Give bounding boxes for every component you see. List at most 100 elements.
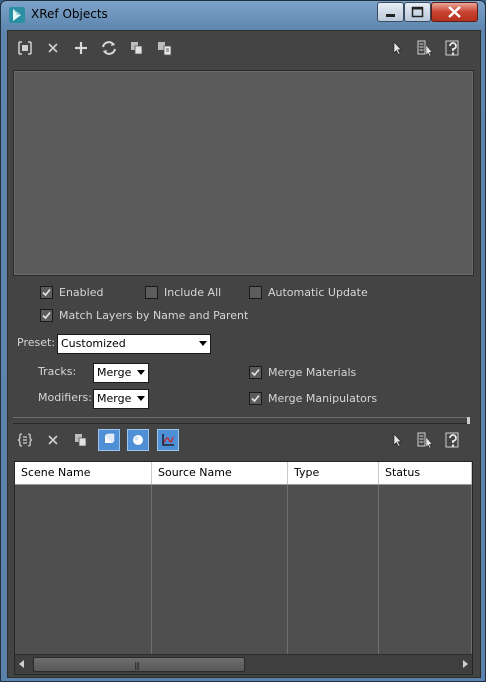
show-controllers-icon[interactable]: [157, 429, 179, 451]
table-cell: [288, 523, 379, 542]
table-cell: [288, 485, 379, 504]
remove-icon[interactable]: [42, 37, 64, 59]
merge-materials-checkbox[interactable]: Merge Materials: [249, 365, 356, 379]
scroll-right-icon[interactable]: [463, 660, 468, 668]
table-cell: [152, 561, 288, 580]
preset-dropdown[interactable]: Customized: [57, 334, 211, 354]
automatic-update-checkbox[interactable]: Automatic Update: [249, 285, 368, 299]
table-cell: [288, 542, 379, 561]
help-icon[interactable]: [442, 429, 464, 451]
table-cell: [152, 523, 288, 542]
table-row[interactable]: [15, 618, 472, 638]
modifiers-value: Merge: [97, 392, 132, 405]
table-cell: [379, 523, 472, 542]
scrollbar-thumb[interactable]: |||: [33, 657, 245, 672]
table-row[interactable]: [15, 485, 472, 505]
table-cell: [288, 504, 379, 523]
table-row[interactable]: [15, 542, 472, 562]
table-cell: [15, 599, 152, 618]
select-from-list-icon[interactable]: [414, 37, 436, 59]
column-header-scene-name[interactable]: Scene Name: [15, 462, 152, 484]
show-materials-icon[interactable]: [127, 429, 149, 451]
automatic-update-label: Automatic Update: [268, 285, 368, 299]
select-from-list-icon[interactable]: [414, 429, 436, 451]
convert-to-xref-icon[interactable]: [154, 37, 176, 59]
table-cell: [288, 561, 379, 580]
remove-icon[interactable]: [42, 429, 64, 451]
table-cell: [379, 542, 472, 561]
column-header-status[interactable]: Status: [379, 462, 472, 484]
table-cell: [15, 580, 152, 599]
chevron-down-icon: [137, 370, 145, 375]
preset-label: Preset:: [17, 336, 56, 349]
client-area: Enabled Include All Automatic Update Mat…: [7, 30, 481, 678]
table-cell: [152, 504, 288, 523]
horizontal-scrollbar[interactable]: |||: [15, 654, 472, 673]
show-objects-icon[interactable]: [98, 429, 120, 451]
column-header-type[interactable]: Type: [288, 462, 379, 484]
enabled-label: Enabled: [59, 285, 104, 299]
table-row[interactable]: [15, 599, 472, 619]
table-cell: [15, 561, 152, 580]
table-cell: [379, 504, 472, 523]
table-cell: [152, 485, 288, 504]
tracks-label: Tracks:: [38, 365, 77, 378]
merge-in-scene-icon[interactable]: [70, 429, 92, 451]
title-bar[interactable]: XRef Objects: [1, 1, 485, 29]
help-icon[interactable]: [442, 37, 464, 59]
xref-entities-table[interactable]: Scene Name Source Name Type Status |||: [14, 461, 473, 675]
modifiers-dropdown[interactable]: Merge: [93, 389, 149, 409]
modifiers-label: Modifiers:: [38, 391, 92, 404]
table-cell: [15, 504, 152, 523]
column-header-source-name[interactable]: Source Name: [152, 462, 288, 484]
table-cell: [288, 580, 379, 599]
table-cell: [379, 580, 472, 599]
tracks-value: Merge: [97, 366, 132, 379]
table-row[interactable]: [15, 523, 472, 543]
maximize-button[interactable]: [404, 2, 431, 22]
merge-manipulators-label: Merge Manipulators: [268, 391, 378, 405]
close-button[interactable]: [431, 2, 478, 22]
table-cell: [379, 561, 472, 580]
table-cell: [15, 485, 152, 504]
refresh-icon[interactable]: [98, 37, 120, 59]
chevron-down-icon: [199, 341, 207, 346]
table-cell: [15, 523, 152, 542]
merge-manipulators-checkbox[interactable]: Merge Manipulators: [249, 391, 377, 405]
table-cell: [288, 599, 379, 618]
table-cell: [15, 618, 152, 637]
entities-toolbar: [8, 427, 480, 453]
table-cell: [288, 618, 379, 637]
table-cell: [15, 542, 152, 561]
table-row[interactable]: [15, 580, 472, 600]
match-layers-checkbox[interactable]: Match Layers by Name and Parent: [40, 308, 248, 322]
merge-materials-label: Merge Materials: [268, 365, 357, 379]
files-toolbar: [8, 35, 480, 61]
minimize-button[interactable]: [377, 2, 404, 22]
merge-in-scene-icon[interactable]: [126, 37, 148, 59]
table-cell: [152, 580, 288, 599]
panel-splitter[interactable]: [13, 417, 470, 424]
add-icon[interactable]: [70, 37, 92, 59]
tracks-dropdown[interactable]: Merge: [93, 363, 149, 383]
table-row[interactable]: [15, 504, 472, 524]
add-xref-file-icon[interactable]: [14, 37, 36, 59]
scroll-left-icon[interactable]: [19, 660, 24, 668]
xref-objects-window: XRef Objects Enabled Include All Automat…: [0, 0, 486, 682]
table-cell: [379, 599, 472, 618]
window-title: XRef Objects: [31, 7, 108, 21]
include-all-checkbox[interactable]: Include All: [145, 285, 221, 299]
enabled-checkbox[interactable]: Enabled: [40, 285, 103, 299]
app-icon: [9, 7, 25, 23]
select-pointer-icon[interactable]: [386, 37, 408, 59]
table-header: Scene Name Source Name Type Status: [15, 462, 472, 485]
table-cell: [152, 618, 288, 637]
xref-file-list[interactable]: [13, 70, 474, 276]
select-pointer-icon[interactable]: [386, 429, 408, 451]
table-cell: [152, 542, 288, 561]
add-objects-icon[interactable]: [14, 429, 36, 451]
preset-value: Customized: [61, 337, 126, 350]
table-cell: [152, 599, 288, 618]
include-all-label: Include All: [164, 285, 222, 299]
table-row[interactable]: [15, 561, 472, 581]
